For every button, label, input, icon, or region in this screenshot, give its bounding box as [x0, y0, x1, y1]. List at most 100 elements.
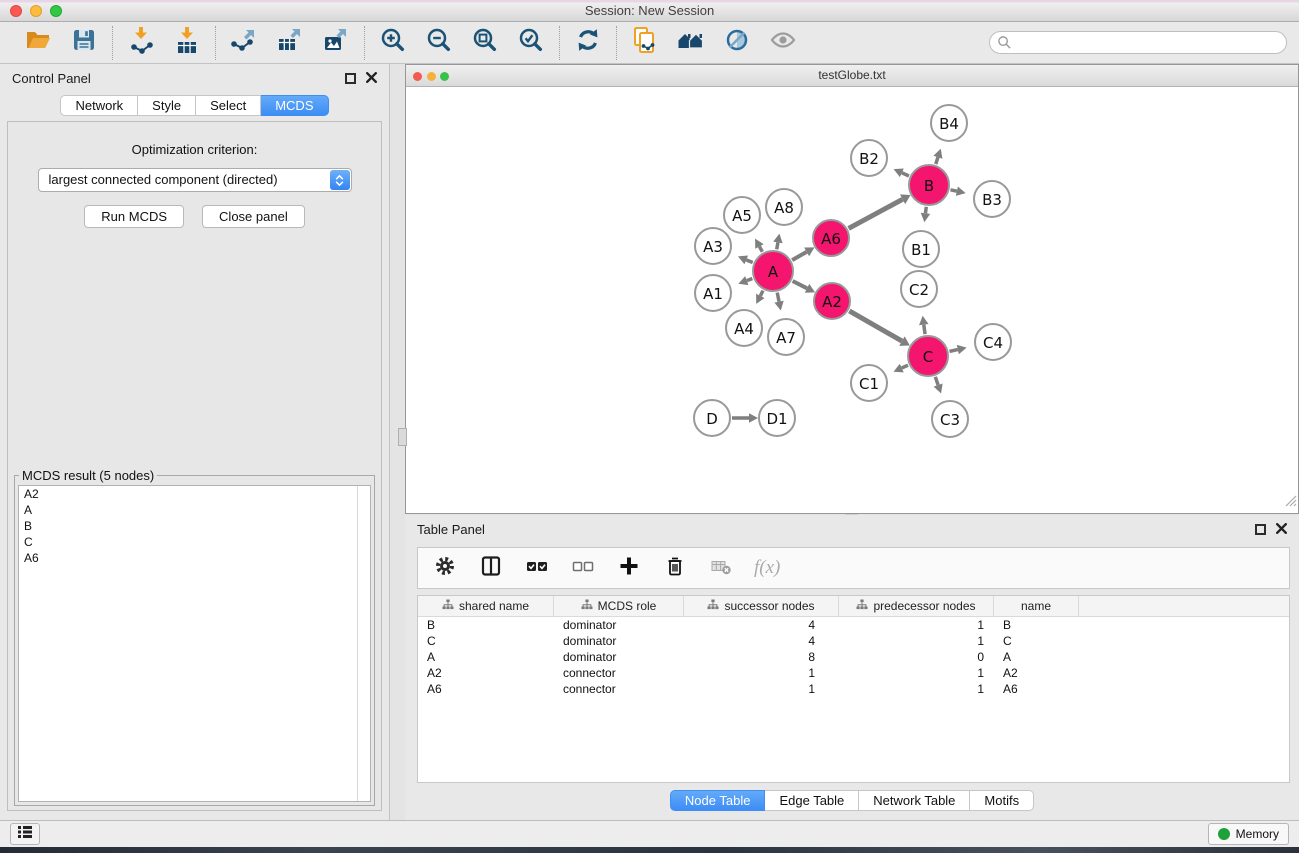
graph-edge[interactable]: [849, 199, 903, 228]
panel-resize-handle[interactable]: [398, 428, 407, 446]
column-header[interactable]: successor nodes: [684, 596, 839, 616]
table-row[interactable]: A2connector11A2: [418, 665, 1289, 681]
select-all-columns-button[interactable]: [524, 555, 550, 581]
column-header[interactable]: shared name: [418, 596, 554, 616]
zoom-selected-button[interactable]: [516, 28, 546, 58]
tab-node-table[interactable]: Node Table: [670, 790, 766, 811]
table-row[interactable]: Bdominator41B: [418, 617, 1289, 633]
save-session-button[interactable]: [69, 28, 99, 58]
table-cell[interactable]: 4: [684, 633, 839, 649]
table-cell[interactable]: connector: [554, 665, 684, 681]
table-cell[interactable]: A2: [418, 665, 554, 681]
import-network-button[interactable]: [126, 28, 156, 58]
search-input[interactable]: [989, 31, 1287, 54]
tab-select[interactable]: Select: [196, 95, 261, 116]
table-cell[interactable]: dominator: [554, 649, 684, 665]
node-table[interactable]: shared nameMCDS rolesuccessor nodesprede…: [417, 595, 1290, 783]
column-header[interactable]: MCDS role: [554, 596, 684, 616]
unselect-all-columns-button[interactable]: [570, 555, 596, 581]
table-cell[interactable]: C: [994, 633, 1079, 649]
tab-edge-table[interactable]: Edge Table: [765, 790, 859, 811]
tab-mcds[interactable]: MCDS: [261, 95, 328, 116]
graph-edge[interactable]: [935, 377, 938, 385]
table-cell[interactable]: 1: [839, 617, 994, 633]
graph-edge[interactable]: [950, 350, 958, 352]
table-cell[interactable]: dominator: [554, 633, 684, 649]
table-cell[interactable]: A6: [994, 681, 1079, 697]
export-image-button[interactable]: [321, 28, 351, 58]
table-cell[interactable]: C: [418, 633, 554, 649]
graph-edge[interactable]: [902, 173, 909, 176]
zoom-out-button[interactable]: [424, 28, 454, 58]
show-log-button[interactable]: [10, 823, 40, 845]
graph-edge[interactable]: [792, 252, 807, 260]
table-cell[interactable]: B: [994, 617, 1079, 633]
close-panel-button[interactable]: Close panel: [202, 205, 305, 228]
tab-network[interactable]: Network: [60, 95, 138, 116]
table-settings-button[interactable]: [432, 555, 458, 581]
zoom-in-button[interactable]: [378, 28, 408, 58]
graph-edge[interactable]: [924, 325, 925, 335]
zoom-window-button[interactable]: [50, 5, 62, 17]
table-cell[interactable]: 0: [839, 649, 994, 665]
export-network-button[interactable]: [229, 28, 259, 58]
hide-graphics-details-button[interactable]: [768, 28, 798, 58]
table-cell[interactable]: 1: [839, 633, 994, 649]
table-cell[interactable]: 8: [684, 649, 839, 665]
close-window-button[interactable]: [10, 5, 22, 17]
table-cell[interactable]: A6: [418, 681, 554, 697]
table-row[interactable]: Cdominator41C: [418, 633, 1289, 649]
network-window-titlebar[interactable]: testGlobe.txt: [406, 65, 1298, 87]
table-cell[interactable]: A: [418, 649, 554, 665]
tab-motifs[interactable]: Motifs: [970, 790, 1034, 811]
run-mcds-button[interactable]: Run MCDS: [84, 205, 184, 228]
graph-edge[interactable]: [849, 311, 902, 341]
float-panel-icon[interactable]: [345, 73, 356, 84]
graph-edge[interactable]: [902, 365, 908, 368]
import-table-button[interactable]: [172, 28, 202, 58]
show-graphics-details-button[interactable]: [722, 28, 752, 58]
graph-edge[interactable]: [925, 207, 926, 213]
apply-layout-button[interactable]: [573, 28, 603, 58]
zoom-view-button[interactable]: [440, 72, 449, 81]
close-table-panel-icon[interactable]: [1276, 522, 1287, 537]
graph-edge[interactable]: [950, 190, 956, 191]
graph-edge[interactable]: [760, 291, 763, 296]
close-view-button[interactable]: [413, 72, 422, 81]
memory-button[interactable]: Memory: [1208, 823, 1289, 845]
result-item[interactable]: C: [19, 534, 370, 550]
result-item[interactable]: A2: [19, 486, 370, 502]
graph-edge[interactable]: [793, 281, 807, 288]
table-cell[interactable]: B: [418, 617, 554, 633]
result-item[interactable]: B: [19, 518, 370, 534]
graph-edge[interactable]: [759, 246, 762, 251]
table-cell[interactable]: A2: [994, 665, 1079, 681]
table-cell[interactable]: 4: [684, 617, 839, 633]
function-builder-button[interactable]: f(x): [754, 557, 780, 579]
graph-edge[interactable]: [777, 293, 779, 302]
tab-network-table[interactable]: Network Table: [859, 790, 970, 811]
delete-columns-button[interactable]: [662, 555, 688, 581]
graph-edge[interactable]: [747, 279, 753, 281]
export-table-button[interactable]: [275, 28, 305, 58]
home-button[interactable]: [676, 28, 706, 58]
close-panel-icon[interactable]: [366, 71, 377, 86]
table-cell[interactable]: 1: [684, 665, 839, 681]
table-cell[interactable]: 1: [684, 681, 839, 697]
create-column-button[interactable]: [616, 555, 642, 581]
minimize-view-button[interactable]: [427, 72, 436, 81]
graph-edge[interactable]: [746, 260, 752, 263]
graph-edge[interactable]: [936, 157, 938, 164]
result-item[interactable]: A: [19, 502, 370, 518]
criterion-select[interactable]: largest connected component (directed): [38, 168, 352, 192]
minimize-window-button[interactable]: [30, 5, 42, 17]
column-header[interactable]: name: [994, 596, 1079, 616]
table-cell[interactable]: 1: [839, 665, 994, 681]
table-cell[interactable]: connector: [554, 681, 684, 697]
table-cell[interactable]: dominator: [554, 617, 684, 633]
table-cell[interactable]: 1: [839, 681, 994, 697]
delete-table-button[interactable]: [708, 555, 734, 581]
mcds-result-list[interactable]: A2ABCA6: [18, 485, 371, 802]
show-columns-button[interactable]: [478, 555, 504, 581]
zoom-fit-button[interactable]: [470, 28, 500, 58]
